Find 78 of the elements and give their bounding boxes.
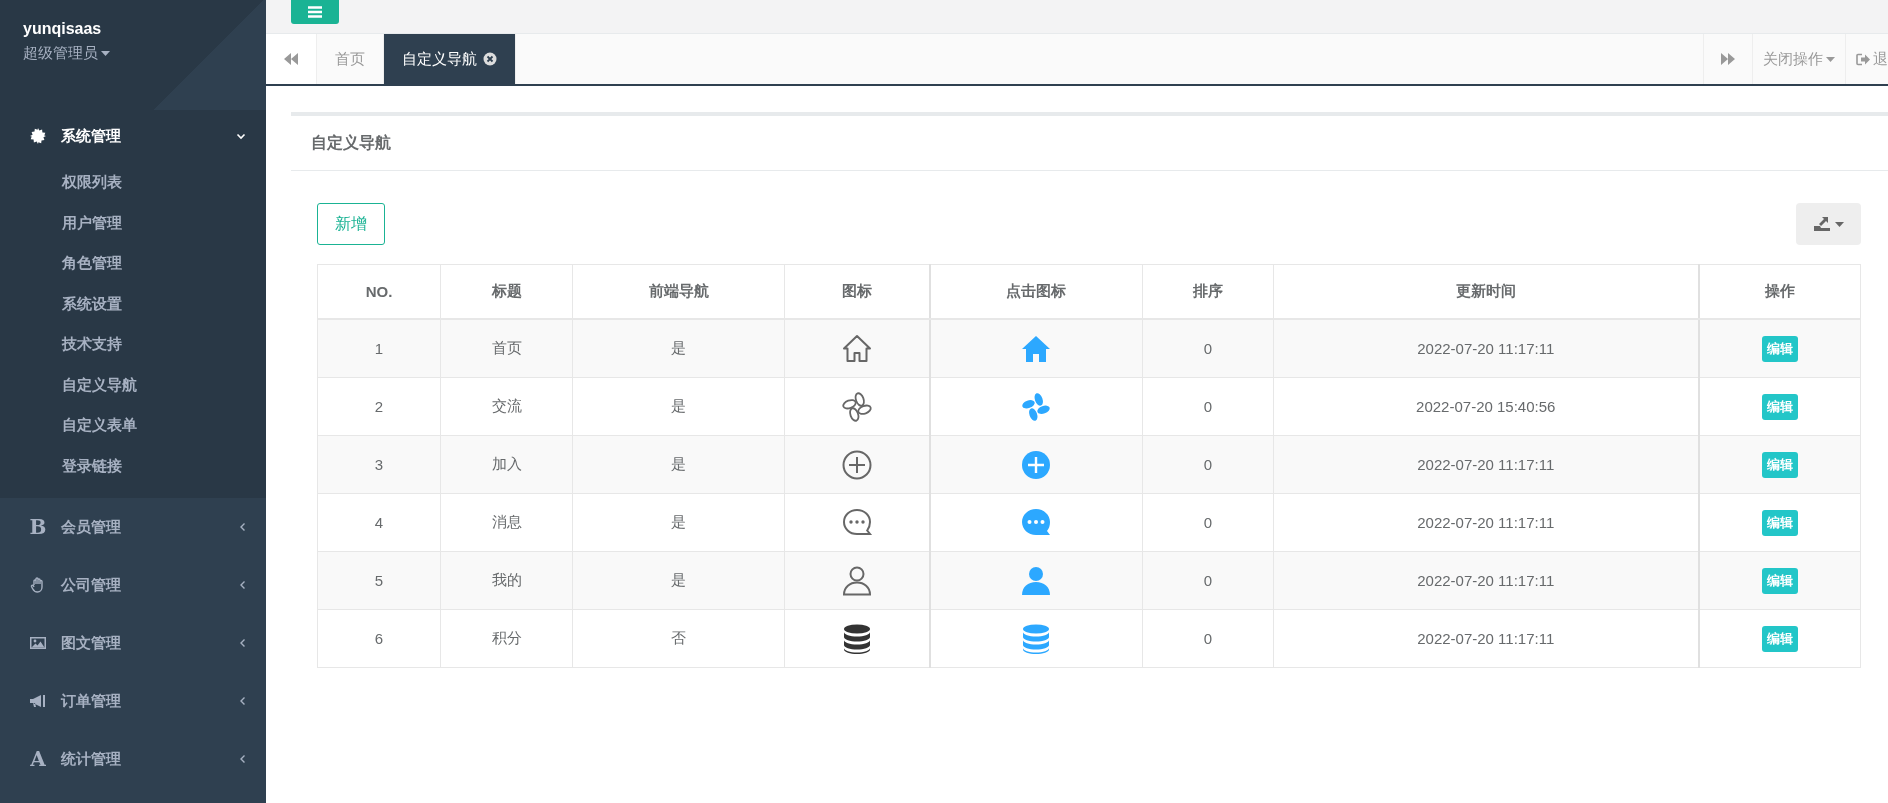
chevron-left-icon [239, 522, 246, 532]
table-cell: 是 [572, 493, 785, 552]
image-icon [29, 635, 47, 651]
menu-group[interactable]: 图文管理 [0, 614, 266, 672]
chevron-left-icon [239, 696, 246, 706]
table-cell: 6 [317, 609, 441, 668]
table-cell: 是 [572, 551, 785, 610]
brand-name: yunqisaas [23, 20, 102, 38]
table-cell: 3 [317, 435, 441, 494]
chevron-left-icon [239, 638, 246, 648]
panel-title: 自定义导航 [311, 132, 391, 153]
sign-out-icon [1856, 52, 1870, 66]
table-cell: 4 [317, 493, 441, 552]
double-left-icon [284, 53, 298, 65]
submenu-item[interactable]: 自定义导航 [0, 364, 266, 405]
submenu-item[interactable]: 权限列表 [0, 162, 266, 203]
table-cell: 2022-07-20 11:17:11 [1273, 435, 1699, 494]
table-cell: 是 [572, 377, 785, 436]
megaphone-icon [29, 693, 47, 709]
plus-circle-outline-icon [840, 448, 873, 481]
table-cell: 0 [1142, 319, 1274, 378]
scroll-left-button[interactable] [266, 34, 317, 84]
table-cell: 首页 [440, 319, 573, 378]
caret-icon [1826, 56, 1835, 62]
table-cell: 0 [1142, 435, 1274, 494]
letter-icon: B [29, 515, 47, 539]
close-icon[interactable] [483, 52, 497, 66]
table-cell: 我的 [440, 551, 573, 610]
plus-circle-filled-icon [1020, 448, 1053, 481]
page-tab[interactable]: 自定义导航 [384, 34, 516, 84]
house-outline-icon [840, 332, 873, 365]
menu-group[interactable]: 订单管理 [0, 672, 266, 730]
table-cell: 2022-07-20 11:17:11 [1273, 551, 1699, 610]
table-cell: 0 [1142, 377, 1274, 436]
table-cell: 5 [317, 551, 441, 610]
submenu-item[interactable]: 技术支持 [0, 324, 266, 365]
submenu-item[interactable]: 系统设置 [0, 283, 266, 324]
caret-icon [1835, 221, 1844, 227]
pinwheel-filled-icon [1020, 390, 1053, 423]
table-cell: 2 [317, 377, 441, 436]
submenu-item[interactable]: 用户管理 [0, 202, 266, 243]
chevron-down-icon [236, 132, 246, 140]
menu-icon [308, 6, 322, 18]
double-right-icon [1721, 53, 1735, 65]
role-dropdown[interactable]: 超级管理员 [23, 44, 110, 63]
submenu-item[interactable]: 角色管理 [0, 243, 266, 284]
submenu-item[interactable]: 登录链接 [0, 445, 266, 486]
table-cell: 否 [572, 609, 785, 668]
add-button[interactable]: 新增 [317, 203, 385, 245]
table-cell: 是 [572, 319, 785, 378]
table-cell: 0 [1142, 551, 1274, 610]
submenu-item[interactable]: 自定义表单 [0, 405, 266, 446]
export-icon [1813, 216, 1831, 232]
pinwheel-outline-icon [840, 390, 873, 423]
logout-link[interactable]: 退 [1845, 34, 1888, 84]
table-cell: 2022-07-20 11:17:11 [1273, 319, 1699, 378]
table-cell: 1 [317, 319, 441, 378]
chevron-left-icon [239, 754, 246, 764]
menu-group[interactable]: A 统计管理 [0, 730, 266, 788]
gear-icon [29, 127, 47, 145]
menu-toggle-button[interactable] [291, 0, 339, 24]
export-button[interactable] [1796, 203, 1861, 245]
table-cell: 0 [1142, 609, 1274, 668]
chevron-left-icon [239, 580, 246, 590]
table-cell: 0 [1142, 493, 1274, 552]
caret-icon [101, 51, 110, 56]
table-cell: 积分 [440, 609, 573, 668]
close-options-dropdown[interactable]: 关闭操作 [1752, 34, 1845, 84]
user-filled-icon [1020, 564, 1053, 597]
table-cell: 是 [572, 435, 785, 494]
menu-group[interactable]: 公司管理 [0, 556, 266, 614]
table-cell: 消息 [440, 493, 573, 552]
menu-group[interactable]: B 会员管理 [0, 498, 266, 556]
user-outline-icon [840, 564, 873, 597]
letter-icon: A [30, 747, 46, 771]
menu-group[interactable]: 系统管理 [0, 110, 266, 162]
table-cell: 加入 [440, 435, 573, 494]
table-cell: 交流 [440, 377, 573, 436]
